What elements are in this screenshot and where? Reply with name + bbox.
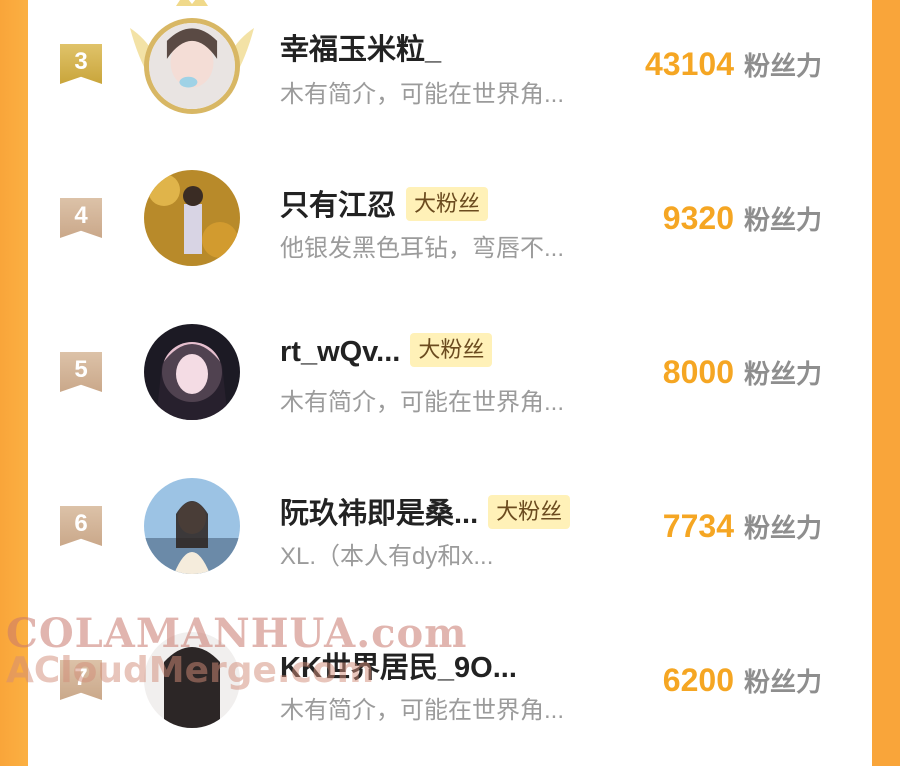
fan-score: 6200 粉丝力 [662, 662, 822, 698]
user-avatar[interactable] [144, 478, 240, 574]
user-bio: 木有简介，可能在世界角... [280, 389, 565, 416]
fan-score: 8000 粉丝力 [662, 354, 822, 390]
big-fan-tag: 大粉丝 [410, 333, 493, 368]
watermark-acloudmerge: ACloudMerge.com [6, 650, 375, 691]
user-avatar[interactable] [144, 170, 240, 266]
ranking-row[interactable]: 3 幸福玉米粒_ 木有简介，可能在世界角... 43104 粉丝力 [28, 0, 872, 150]
user-bio: 木有简介，可能在世界角... [280, 81, 565, 108]
user-name[interactable]: 幸福玉米粒_ [280, 26, 441, 68]
user-bio: XL.（本人有dy和x... [280, 543, 494, 570]
rank-badge: 6 [60, 506, 102, 546]
user-name[interactable]: 只有江忍 大粉丝 [280, 182, 489, 224]
ranking-row[interactable]: 4 只有江忍 大粉丝 他银发黑色耳钻，弯唇不... 9320 粉丝力 [28, 154, 872, 304]
ranking-row[interactable]: 6 阮玖祎即是桑... 大粉丝 XL.（本人有dy和x... 7734 粉丝力 [28, 462, 872, 612]
user-bio: 他银发黑色耳钻，弯唇不... [280, 235, 565, 262]
fan-score: 9320 粉丝力 [662, 200, 822, 236]
rank-badge: 5 [60, 352, 102, 392]
ranking-row[interactable]: 5 rt_wQv... 大粉丝 木有简介，可能在世界角... 8000 粉丝力 [28, 308, 872, 458]
big-fan-tag: 大粉丝 [406, 187, 489, 222]
big-fan-tag: 大粉丝 [488, 495, 571, 530]
fans-ranking-panel: 3 幸福玉米粒_ 木有简介，可能在世界角... 43104 粉丝力 4 只有江忍大… [28, 0, 872, 728]
user-avatar[interactable] [144, 18, 240, 114]
user-avatar[interactable] [144, 324, 240, 420]
rank-badge: 3 [60, 44, 102, 84]
user-name[interactable]: 阮玖祎即是桑... 大粉丝 [280, 490, 571, 532]
fan-score: 43104 粉丝力 [645, 46, 822, 82]
rank-badge: 4 [60, 198, 102, 238]
user-name[interactable]: rt_wQv... 大粉丝 [280, 333, 493, 370]
user-bio: 木有简介，可能在世界角... [280, 697, 565, 724]
fan-score: 7734 粉丝力 [662, 508, 822, 544]
